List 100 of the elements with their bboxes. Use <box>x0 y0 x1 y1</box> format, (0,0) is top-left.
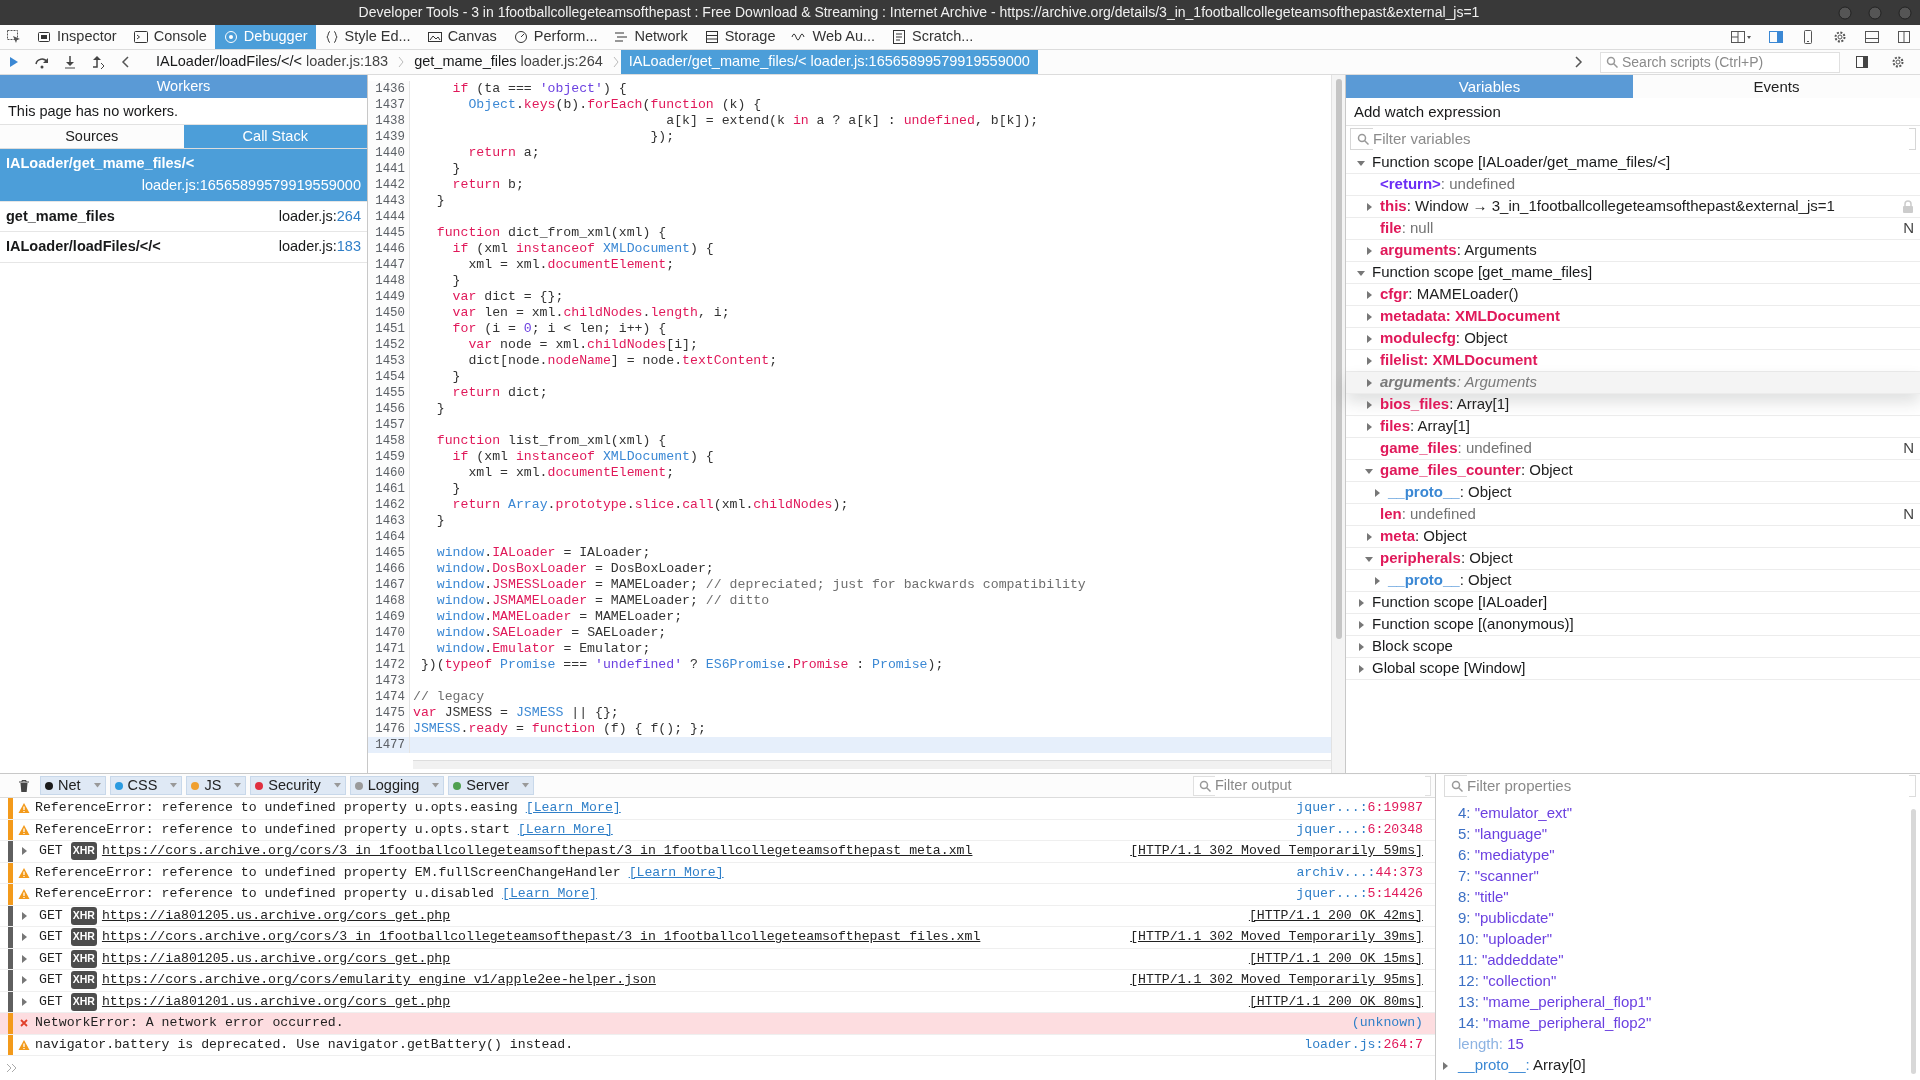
variable-row[interactable]: this: Window → 3_in_1footballcollegeteamsofthepast&external_js=1 <box>1346 196 1920 218</box>
scrollbar[interactable] <box>413 760 1331 769</box>
twisty-icon[interactable] <box>1364 333 1374 344</box>
breadcrumb[interactable]: IALoader/loadFiles/</< loader.js:183 <box>148 50 397 74</box>
variable-row[interactable]: files: Array[1] <box>1346 416 1920 438</box>
twisty-icon[interactable] <box>19 910 29 921</box>
twisty-icon[interactable] <box>1364 201 1374 212</box>
twisty-icon[interactable] <box>1372 575 1382 586</box>
twisty-icon[interactable] <box>1440 1060 1450 1071</box>
status-link[interactable]: [HTTP/1.1 200 OK 15ms] <box>1248 948 1423 969</box>
devtools-tab[interactable]: Style Ed... <box>315 25 419 49</box>
twisty-icon[interactable] <box>1364 289 1374 300</box>
filter-button[interactable]: Logging <box>349 776 445 795</box>
variable-row[interactable]: game_files_counter: Object <box>1346 460 1920 482</box>
learn-more-link[interactable]: [Learn More] <box>525 798 621 819</box>
twisty-icon[interactable] <box>1364 355 1374 366</box>
scope-row[interactable]: Function scope [IALoader] <box>1346 592 1920 614</box>
code-line: window.JSMESSLoader = MAMELoader; // depreciated; just for backwards compatibility <box>435 577 1087 593</box>
devtools-tab[interactable]: Console <box>124 25 215 49</box>
scope-row[interactable]: Function scope [(anonymous)] <box>1346 614 1920 636</box>
variable-row[interactable]: len: undefined N <box>1346 504 1920 526</box>
twisty-icon[interactable] <box>1364 531 1374 542</box>
status-link[interactable]: [HTTP/1.1 200 OK 42ms] <box>1248 905 1423 926</box>
window-icon[interactable] <box>1896 29 1912 45</box>
filter-button[interactable]: Server <box>448 776 535 795</box>
filter-button[interactable]: Net <box>40 776 106 795</box>
twisty-icon[interactable] <box>1364 399 1374 410</box>
devtools-tab[interactable]: Inspector <box>28 25 125 49</box>
call-stack-frame[interactable]: IALoader/loadFiles/</< loader.js:183 <box>0 232 367 263</box>
variable-row[interactable]: <return>: undefined <box>1346 174 1920 196</box>
filter-field[interactable]: Filter output <box>1193 775 1431 796</box>
twisty-icon[interactable] <box>19 975 29 986</box>
scope-row[interactable]: Block scope <box>1346 636 1920 658</box>
request-url[interactable]: https://cors.archive.org/cors/3_in_1footballcollegeteamsofthepast/3_in_1footballcollegeteamsofthepast_files.xml <box>101 927 981 948</box>
learn-more-link[interactable]: [Learn More] <box>502 884 597 905</box>
twisty-icon[interactable] <box>19 846 29 857</box>
twisty-icon[interactable] <box>1356 641 1366 652</box>
devtools-tab[interactable]: Perform... <box>504 25 606 49</box>
watch-expression-field[interactable]: Add watch expression <box>1346 98 1920 126</box>
twisty-icon[interactable] <box>1364 311 1374 322</box>
devtools-tab[interactable]: Canvas <box>418 25 505 49</box>
source-link[interactable]: archiv...:44:373 <box>1296 862 1423 883</box>
devtools-tab[interactable]: Storage <box>695 25 784 49</box>
variable-row[interactable]: arguments: Arguments <box>1346 240 1920 262</box>
variable-row[interactable]: file: null N <box>1346 218 1920 240</box>
filter-button[interactable]: Security <box>250 776 346 795</box>
variable-row[interactable]: arguments: Arguments <box>1346 372 1920 394</box>
devtools-tab[interactable]: Network <box>605 25 696 49</box>
twisty-icon[interactable] <box>1364 377 1374 388</box>
settings-icon[interactable] <box>1832 29 1848 45</box>
devtools-tab[interactable]: Web Au... <box>783 25 884 49</box>
source-link[interactable]: jquer...:5:14426 <box>1296 884 1423 905</box>
breadcrumb[interactable]: get_mame_files loader.js:264 <box>406 50 611 74</box>
status-link[interactable]: [HTTP/1.1 302 Moved Temporarily 39ms] <box>1130 927 1423 948</box>
variable-row[interactable]: cfgr: MAMELoader() <box>1346 284 1920 306</box>
layout-icon[interactable] <box>1730 29 1752 45</box>
twisty-icon[interactable] <box>1364 421 1374 432</box>
variable-row[interactable]: modulecfg: Object <box>1346 328 1920 350</box>
twisty-icon[interactable] <box>1356 597 1366 608</box>
variable-row[interactable]: meta: Object <box>1346 526 1920 548</box>
learn-more-link[interactable]: [Learn More] <box>628 862 724 883</box>
twisty-icon[interactable] <box>1356 619 1366 630</box>
code-line: for (i = 0; i < len; i++) { <box>451 321 668 337</box>
request-url[interactable]: https://cors.archive.org/cors/3_in_1footballcollegeteamsofthepast/3_in_1footballcollegeteamsofthepast_meta.xml <box>101 841 973 862</box>
request-url[interactable]: https://cors.archive.org/cors/emularity_engine_v1/apple2ee-helper.json <box>101 970 656 991</box>
twisty-icon[interactable] <box>19 953 29 964</box>
source-link[interactable]: loader.js:264:7 <box>1304 1034 1423 1055</box>
twisty-icon[interactable] <box>19 932 29 943</box>
twisty-icon[interactable] <box>19 996 29 1007</box>
filter-field[interactable]: Filter properties <box>1444 775 1916 797</box>
scope-row[interactable]: Function scope [get_mame_files] <box>1346 262 1920 284</box>
filter-field[interactable]: Filter variables <box>1350 128 1916 150</box>
status-link[interactable]: [HTTP/1.1 302 Moved Temporarily 95ms] <box>1130 970 1423 991</box>
scrollbar[interactable] <box>1331 75 1345 773</box>
learn-more-link[interactable]: [Learn More] <box>517 819 613 840</box>
twisty-icon[interactable] <box>1356 663 1366 674</box>
filter-button[interactable]: JS <box>186 776 247 795</box>
request-url[interactable]: https://ia801205.us.archive.org/cors_get.php <box>101 948 451 969</box>
status-link[interactable]: [HTTP/1.1 200 OK 80ms] <box>1248 991 1423 1012</box>
variable-row[interactable]: __proto__: Object <box>1346 570 1920 592</box>
call-stack-frame[interactable]: get_mame_files loader.js:264 <box>0 201 367 233</box>
dock-icon[interactable] <box>1864 29 1880 45</box>
twisty-icon[interactable] <box>1364 245 1374 256</box>
filter-button[interactable]: CSS <box>109 776 183 795</box>
scope-row[interactable]: Global scope [Window] <box>1346 658 1920 680</box>
scope-row[interactable]: Function scope [IALoader/get_mame_files/<] <box>1346 152 1920 174</box>
variable-row[interactable]: bios_files: Array[1] <box>1346 394 1920 416</box>
devtools-tab[interactable]: Scratch... <box>883 25 982 49</box>
variable-row[interactable]: __proto__: Object <box>1346 482 1920 504</box>
variable-row[interactable]: game_files: undefined N <box>1346 438 1920 460</box>
variable-row[interactable]: metadata: XMLDocument <box>1346 306 1920 328</box>
twisty-icon[interactable] <box>1372 487 1382 498</box>
status-link[interactable]: [HTTP/1.1 302 Moved Temporarily 59ms] <box>1130 841 1423 862</box>
variable-row[interactable]: peripherals: Object <box>1346 548 1920 570</box>
request-url[interactable]: https://ia801205.us.archive.org/cors_get.php <box>101 905 451 926</box>
search-field[interactable]: Search scripts (Ctrl+P) <box>1600 51 1840 73</box>
source-link[interactable]: jquer...:6:20348 <box>1296 819 1423 840</box>
split-panel-icon[interactable] <box>1768 29 1784 45</box>
request-url[interactable]: https://ia801201.us.archive.org/cors_get.php <box>101 991 451 1012</box>
source-link[interactable]: jquer...:6:19987 <box>1296 798 1423 819</box>
